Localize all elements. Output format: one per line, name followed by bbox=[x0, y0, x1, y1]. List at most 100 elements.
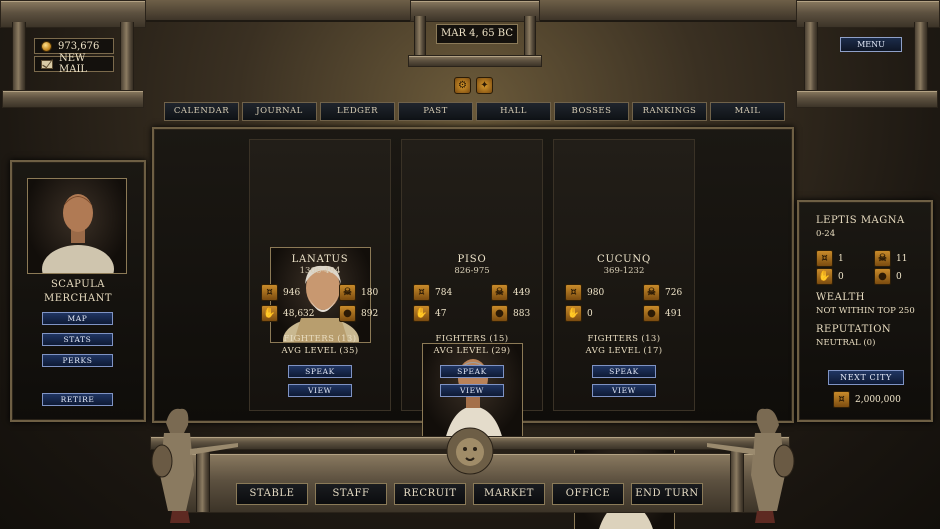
hand-icon: ✋ bbox=[413, 305, 430, 322]
stat-rank: ● 892 bbox=[339, 305, 378, 322]
map-button[interactable]: MAP bbox=[42, 312, 113, 325]
compass-icon[interactable]: ✦ bbox=[476, 77, 493, 94]
stat-wealth: ✋ 0 bbox=[565, 305, 593, 322]
mail-icon bbox=[41, 59, 53, 69]
view-button[interactable]: VIEW bbox=[440, 384, 504, 397]
stat-rank: ● 883 bbox=[491, 305, 530, 322]
player-role: MERCHANT bbox=[43, 293, 113, 304]
hand-icon: ✋ bbox=[816, 268, 833, 285]
medal-icon: ● bbox=[874, 268, 891, 285]
recruit-button[interactable]: RECRUIT bbox=[394, 483, 466, 505]
city-stat-wealth: ✋ 0 bbox=[816, 268, 844, 285]
stat-value: 449 bbox=[513, 287, 531, 298]
new-mail-button[interactable]: NEW MAIL bbox=[34, 53, 114, 75]
stat-value: 784 bbox=[435, 287, 453, 298]
speak-button[interactable]: SPEAK bbox=[440, 365, 504, 378]
market-button[interactable]: MARKET bbox=[473, 483, 545, 505]
tab-hall[interactable]: HALL bbox=[476, 102, 551, 121]
coin-stack-icon: ¤ bbox=[261, 284, 278, 301]
staff-button[interactable]: STAFF bbox=[315, 483, 387, 505]
tab-mail[interactable]: MAIL bbox=[710, 102, 785, 121]
perks-button[interactable]: PERKS bbox=[42, 354, 113, 367]
stat-gold: ¤ 946 bbox=[261, 284, 300, 301]
tab-bosses[interactable]: BOSSES bbox=[554, 102, 629, 121]
tab-journal[interactable]: JOURNAL bbox=[242, 102, 317, 121]
stat-value: 0 bbox=[838, 271, 844, 282]
menu-button[interactable]: MENU bbox=[840, 37, 902, 52]
skull-icon: ☠ bbox=[874, 250, 891, 267]
office-button[interactable]: OFFICE bbox=[552, 483, 624, 505]
bottom-nav: STABLE STAFF RECRUIT MARKET OFFICE END T… bbox=[236, 483, 703, 505]
next-city-button[interactable]: NEXT CITY bbox=[828, 370, 904, 385]
stat-value: 892 bbox=[361, 308, 379, 319]
stat-value: 980 bbox=[587, 287, 605, 298]
avg-level: AVG LEVEL (35) bbox=[281, 346, 359, 356]
view-button[interactable]: VIEW bbox=[288, 384, 352, 397]
city-stat-gold: ¤ 1 bbox=[816, 250, 844, 267]
hand-icon: ✋ bbox=[261, 305, 278, 322]
speak-button[interactable]: SPEAK bbox=[288, 365, 352, 378]
stat-wealth: ✋ 47 bbox=[413, 305, 446, 322]
player-portrait[interactable] bbox=[27, 178, 127, 274]
center-capital bbox=[410, 0, 540, 22]
player-name: SCAPULA bbox=[50, 279, 106, 290]
left-plinth bbox=[2, 90, 144, 108]
city-stat-rank: ● 0 bbox=[874, 268, 902, 285]
retire-button[interactable]: RETIRE bbox=[42, 393, 113, 406]
stats-button[interactable]: STATS bbox=[42, 333, 113, 346]
gear-icon[interactable]: ⚙ bbox=[454, 77, 471, 94]
tab-calendar[interactable]: CALENDAR bbox=[164, 102, 239, 121]
left-column-b bbox=[120, 22, 134, 90]
medal-icon: ● bbox=[491, 305, 508, 322]
hand-icon: ✋ bbox=[565, 305, 582, 322]
stat-value: 726 bbox=[665, 287, 683, 298]
city-name: LEPTIS MAGNA bbox=[816, 215, 905, 226]
speak-button[interactable]: SPEAK bbox=[592, 365, 656, 378]
coin-stack-icon: ¤ bbox=[833, 391, 850, 408]
fighters-count: FIGHTERS (15) bbox=[435, 334, 509, 344]
coin-icon bbox=[41, 40, 52, 52]
coin-stack-icon: ¤ bbox=[413, 284, 430, 301]
medal-icon: ● bbox=[339, 305, 356, 322]
stat-value: 47 bbox=[435, 308, 447, 319]
view-button[interactable]: VIEW bbox=[592, 384, 656, 397]
stat-gold: ¤ 784 bbox=[413, 284, 452, 301]
stat-gold: ¤ 980 bbox=[565, 284, 604, 301]
stat-value: 0 bbox=[896, 271, 902, 282]
stat-fame: ☠ 180 bbox=[339, 284, 378, 301]
boss-name: LANATUS bbox=[291, 254, 349, 265]
gladiator-statue-right bbox=[707, 408, 795, 523]
end-turn-button[interactable]: END TURN bbox=[631, 483, 703, 505]
fighters-count: FIGHTERS (13) bbox=[587, 334, 661, 344]
center-plinth bbox=[408, 55, 542, 67]
stat-value: 0 bbox=[587, 308, 593, 319]
new-mail-label: NEW MAIL bbox=[59, 53, 88, 75]
gladiator-statue-left bbox=[151, 408, 238, 523]
date-display: MAR 4, 65 BC bbox=[436, 24, 518, 44]
center-column-a bbox=[414, 16, 426, 56]
reputation-value: NEUTRAL (0) bbox=[816, 338, 876, 348]
reputation-label: REPUTATION bbox=[816, 324, 892, 335]
right-plinth bbox=[796, 90, 938, 108]
player-portrait-art bbox=[42, 194, 114, 273]
stable-button[interactable]: STABLE bbox=[236, 483, 308, 505]
boss-name: PISO bbox=[457, 254, 487, 265]
tab-bar: CALENDAR JOURNAL LEDGER PAST HALL BOSSES… bbox=[164, 102, 785, 122]
center-column-b bbox=[524, 16, 536, 56]
cost-value: 2,000,000 bbox=[855, 394, 901, 405]
stat-rank: ● 491 bbox=[643, 305, 682, 322]
right-column-a bbox=[804, 22, 818, 90]
city-stat-fame: ☠ 11 bbox=[874, 250, 907, 267]
boss-record: 369-1232 bbox=[603, 266, 645, 276]
tab-ledger[interactable]: LEDGER bbox=[320, 102, 395, 121]
skull-icon: ☠ bbox=[339, 284, 356, 301]
avg-level: AVG LEVEL (17) bbox=[585, 346, 663, 356]
stat-fame: ☠ 726 bbox=[643, 284, 682, 301]
tab-past[interactable]: PAST bbox=[398, 102, 473, 121]
stat-wealth: ✋ 48,632 bbox=[261, 305, 315, 322]
stat-value: 1 bbox=[838, 253, 844, 264]
boss-record: 1306-494 bbox=[299, 266, 341, 276]
boss-record: 826-975 bbox=[454, 266, 490, 276]
tab-rankings[interactable]: RANKINGS bbox=[632, 102, 707, 121]
stat-value: 491 bbox=[665, 308, 683, 319]
